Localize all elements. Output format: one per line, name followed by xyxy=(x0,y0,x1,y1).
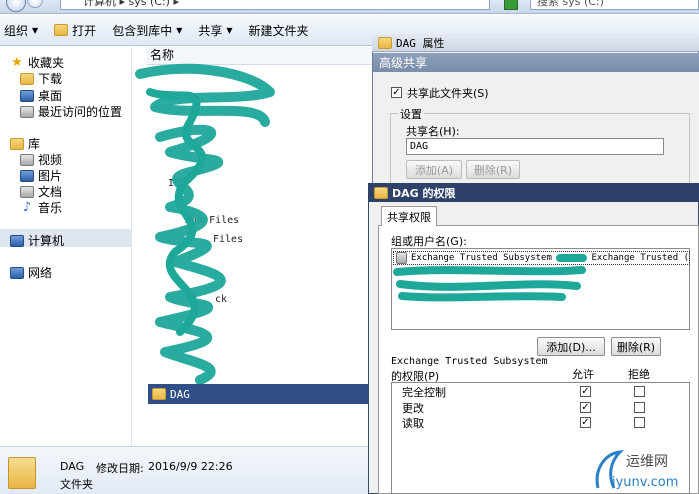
picture-icon xyxy=(20,169,34,182)
refresh-button[interactable] xyxy=(504,0,518,10)
sidebar-label: 库 xyxy=(28,137,41,151)
details-modified-label: 修改日期: xyxy=(96,462,144,475)
settings-group-label: 设置 xyxy=(398,106,424,122)
computer-icon xyxy=(10,234,24,247)
music-note-icon: ♪ xyxy=(22,199,32,215)
share-menu[interactable]: 共享 ▼ xyxy=(198,22,232,39)
sidebar-item-computer[interactable]: 计算机 xyxy=(10,232,64,249)
watermark-text-url: iyunv.com xyxy=(612,475,678,490)
dialog-title: 高级共享 xyxy=(379,56,428,70)
folder-icon xyxy=(8,457,36,489)
folder-open-icon xyxy=(54,24,69,36)
sidebar-label: 视频 xyxy=(38,153,63,167)
download-folder-icon xyxy=(20,72,34,85)
include-label: 包含到库中 xyxy=(112,23,173,38)
remove-share-button[interactable]: 删除(R) xyxy=(466,160,520,179)
sidebar-item-network[interactable]: 网络 xyxy=(10,264,52,281)
sidebar-item-desktop[interactable]: 桌面 xyxy=(20,87,62,104)
include-in-library-menu[interactable]: 包含到库中 ▼ xyxy=(112,22,182,39)
sidebar-label: 图片 xyxy=(38,169,63,183)
share-name-field[interactable]: DAG xyxy=(406,138,664,155)
deny-read-checkbox[interactable] xyxy=(634,417,645,428)
allow-full-control-checkbox[interactable]: ✓ xyxy=(580,386,591,397)
sidebar-label: 桌面 xyxy=(38,89,63,103)
open-button[interactable]: 打开 xyxy=(54,22,96,39)
tab-share-permissions[interactable]: 共享权限 xyxy=(381,206,437,226)
details-modified-value: 2016/9/9 22:26 xyxy=(148,460,233,473)
organize-label: 组织 xyxy=(4,23,29,38)
watermark-text-cn: 运维网 xyxy=(626,454,668,470)
sidebar-label: 音乐 xyxy=(38,201,63,215)
add-share-button[interactable]: 添加(A) xyxy=(406,160,462,179)
permissions-titlebar: DAG 的权限 xyxy=(368,183,699,202)
share-label: 共享 xyxy=(198,23,223,38)
remove-user-button[interactable]: 删除(R) xyxy=(611,337,661,356)
organize-menu[interactable]: 组织 ▼ xyxy=(4,22,38,39)
dialog-title: DAG 的权限 xyxy=(392,186,456,200)
recent-places-icon xyxy=(20,105,34,118)
file-name: DAG xyxy=(170,387,190,401)
star-icon: ★ xyxy=(11,54,23,70)
sidebar-item-libraries[interactable]: 库 xyxy=(10,135,40,152)
permission-for-user: Exchange Trusted Subsystem xyxy=(391,356,548,367)
watermark-logo: 运维网 iyunv.com xyxy=(595,449,678,490)
sidebar-label: 网络 xyxy=(28,266,53,280)
column-allow: 允许 xyxy=(572,368,594,381)
folder-icon xyxy=(374,186,388,199)
sidebar-label: 计算机 xyxy=(28,234,65,248)
allow-change-checkbox[interactable]: ✓ xyxy=(580,402,591,413)
details-type: 文件夹 xyxy=(60,478,93,491)
share-folder-checkbox[interactable]: ✓ xyxy=(391,87,402,98)
search-input[interactable]: 搜索 sys (C:) xyxy=(530,0,699,10)
sidebar-item-favorites[interactable]: ★ 收藏夹 xyxy=(10,54,64,71)
open-label: 打开 xyxy=(72,23,97,38)
permission-row-label: 完全控制 xyxy=(402,386,446,399)
chevron-down-icon: ▼ xyxy=(176,25,183,35)
sidebar-item-videos[interactable]: 视频 xyxy=(20,151,62,168)
sidebar-label: 下载 xyxy=(38,72,63,86)
new-folder-label: 新建文件夹 xyxy=(248,23,309,38)
redaction-scribble xyxy=(135,63,275,385)
deny-change-checkbox[interactable] xyxy=(634,402,645,413)
folder-icon xyxy=(152,388,166,400)
new-folder-button[interactable]: 新建文件夹 xyxy=(249,22,309,39)
redaction-mark xyxy=(555,254,588,262)
folder-icon xyxy=(378,36,392,49)
chevron-down-icon: ▼ xyxy=(32,25,39,35)
sidebar-label: 最近访问的位置 xyxy=(38,105,123,119)
network-icon xyxy=(10,266,24,279)
permission-row-label: 读取 xyxy=(402,417,424,430)
user-name-tail: Exchange Trusted ( xyxy=(591,253,689,263)
sidebar-label: 收藏夹 xyxy=(28,56,65,70)
file-item-selected[interactable]: DAG xyxy=(148,384,370,404)
address-field[interactable]: 计算机 ▸ sys (C:) ▸ xyxy=(60,0,490,10)
sidebar-item-pictures[interactable]: 图片 xyxy=(20,167,62,184)
dialog-title: DAG 属性 xyxy=(396,36,445,50)
column-deny: 拒绝 xyxy=(628,368,650,381)
details-name: DAG xyxy=(60,460,85,473)
share-folder-label: 共享此文件夹(S) xyxy=(407,87,489,100)
advanced-share-titlebar: 高级共享 xyxy=(373,53,699,72)
sidebar-item-documents[interactable]: 文档 xyxy=(20,183,62,200)
document-icon xyxy=(20,185,34,198)
library-icon xyxy=(10,137,24,150)
deny-full-control-checkbox[interactable] xyxy=(634,386,645,397)
video-icon xyxy=(20,153,34,166)
redaction-scribble xyxy=(393,266,586,302)
sidebar-item-downloads[interactable]: 下载 xyxy=(20,70,62,87)
permission-row-label: 更改 xyxy=(402,402,424,415)
desktop-icon xyxy=(20,89,34,102)
add-user-button[interactable]: 添加(D)... xyxy=(537,337,605,356)
properties-titlebar: DAG 属性 xyxy=(372,34,699,52)
chevron-down-icon: ▼ xyxy=(226,25,233,35)
sidebar-item-recent[interactable]: 最近访问的位置 xyxy=(20,103,122,120)
allow-read-checkbox[interactable]: ✓ xyxy=(580,417,591,428)
share-name-label: 共享名(H): xyxy=(406,125,460,138)
sidebar-label: 文档 xyxy=(38,185,63,199)
group-user-label: 组或用户名(G): xyxy=(391,235,467,248)
sidebar-item-music[interactable]: ♪ 音乐 xyxy=(20,199,62,216)
